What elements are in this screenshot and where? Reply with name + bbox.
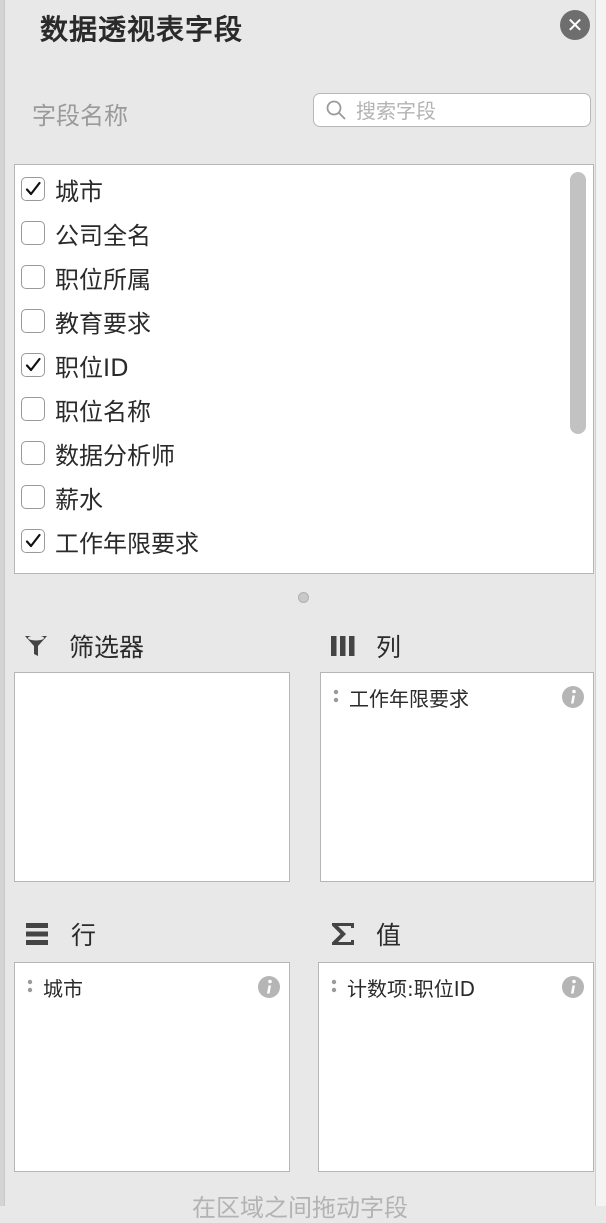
values-area-label: 值 bbox=[376, 921, 402, 950]
columns-icon bbox=[331, 636, 355, 656]
scrollbar-thumb[interactable] bbox=[570, 172, 586, 434]
rows-drop-zone[interactable]: 城市 bbox=[14, 962, 290, 1172]
filter-drop-zone[interactable] bbox=[14, 672, 290, 882]
pivot-fields-panel: 数据透视表字段 ✕ 字段名称 城市公司全名职位所属教育要求职位ID职位名称数据分… bbox=[5, 0, 595, 1222]
resize-handle[interactable] bbox=[298, 592, 309, 603]
field-checkbox[interactable] bbox=[21, 529, 45, 553]
field-label: 教育要求 bbox=[55, 309, 151, 338]
drag-handle-icon bbox=[333, 689, 339, 703]
field-label: 数据分析师 bbox=[55, 441, 175, 470]
checkmark-icon bbox=[25, 357, 41, 372]
checkmark-icon bbox=[25, 181, 41, 196]
field-checkbox[interactable] bbox=[21, 309, 45, 333]
columns-area-header: 列 bbox=[330, 628, 401, 664]
field-label: 职位所属 bbox=[55, 265, 151, 294]
field-label: 职位名称 bbox=[55, 397, 151, 426]
sigma-icon bbox=[332, 923, 354, 945]
field-list-item[interactable]: 职位名称 bbox=[21, 391, 151, 427]
drag-handle-icon bbox=[27, 979, 33, 993]
values-field-chip[interactable]: 计数项:职位ID bbox=[331, 973, 585, 1001]
field-list-item[interactable]: 薪水 bbox=[21, 479, 103, 515]
rows-field-chip[interactable]: 城市 bbox=[27, 973, 281, 1001]
right-edge bbox=[595, 0, 606, 1206]
field-checkbox[interactable] bbox=[21, 485, 45, 509]
filter-area-header: 筛选器 bbox=[23, 628, 144, 664]
search-box[interactable] bbox=[313, 93, 591, 128]
filter-area-label: 筛选器 bbox=[69, 633, 145, 662]
close-button[interactable]: ✕ bbox=[560, 10, 590, 40]
field-list-item[interactable]: 数据分析师 bbox=[21, 435, 175, 471]
field-name-header: 字段名称 bbox=[32, 102, 128, 130]
funnel-icon bbox=[25, 635, 47, 656]
columns-field-chip[interactable]: 工作年限要求 bbox=[333, 683, 585, 711]
chip-label: 工作年限要求 bbox=[349, 686, 469, 711]
field-label: 职位ID bbox=[55, 353, 129, 382]
rows-area-header: 行 bbox=[25, 916, 96, 952]
field-checkbox[interactable] bbox=[21, 353, 45, 377]
field-list-item[interactable]: 工作年限要求 bbox=[21, 523, 199, 559]
chip-label: 计数项:职位ID bbox=[347, 976, 476, 1001]
close-icon: ✕ bbox=[566, 13, 584, 37]
field-list-scrollbar[interactable] bbox=[568, 169, 588, 571]
info-icon[interactable] bbox=[257, 975, 281, 999]
chip-label: 城市 bbox=[43, 976, 83, 1001]
field-checkbox[interactable] bbox=[21, 177, 45, 201]
field-label: 工作年限要求 bbox=[55, 529, 199, 558]
field-list: 城市公司全名职位所属教育要求职位ID 职位名称数据分析师薪水工作年限要求 bbox=[14, 164, 594, 574]
field-list-item[interactable]: 职位所属 bbox=[21, 259, 151, 295]
search-input[interactable] bbox=[354, 94, 588, 128]
field-label: 城市 bbox=[55, 177, 103, 206]
field-checkbox[interactable] bbox=[21, 441, 45, 465]
values-area-header: 值 bbox=[330, 916, 401, 952]
field-list-item[interactable]: 城市 bbox=[21, 171, 103, 207]
field-list-item[interactable]: 公司全名 bbox=[21, 215, 151, 251]
field-list-item-clipped[interactable] bbox=[21, 567, 55, 574]
field-list-item[interactable]: 教育要求 bbox=[21, 303, 151, 339]
field-checkbox[interactable] bbox=[21, 397, 45, 421]
drag-handle-icon bbox=[331, 979, 337, 993]
search-icon bbox=[326, 100, 346, 120]
field-label: 薪水 bbox=[55, 485, 103, 514]
columns-area-label: 列 bbox=[376, 633, 402, 662]
info-icon[interactable] bbox=[561, 685, 585, 709]
values-drop-zone[interactable]: 计数项:职位ID bbox=[318, 962, 594, 1172]
field-checkbox[interactable] bbox=[21, 265, 45, 289]
field-list-item[interactable]: 职位ID bbox=[21, 347, 129, 383]
panel-title: 数据透视表字段 bbox=[40, 13, 244, 46]
checkmark-icon bbox=[25, 533, 41, 548]
field-checkbox[interactable] bbox=[21, 573, 45, 574]
info-icon[interactable] bbox=[561, 975, 585, 999]
field-checkbox[interactable] bbox=[21, 221, 45, 245]
rows-area-label: 行 bbox=[71, 921, 97, 950]
rows-icon bbox=[26, 923, 48, 945]
field-label: 公司全名 bbox=[55, 221, 151, 250]
columns-drop-zone[interactable]: 工作年限要求 bbox=[320, 672, 594, 882]
